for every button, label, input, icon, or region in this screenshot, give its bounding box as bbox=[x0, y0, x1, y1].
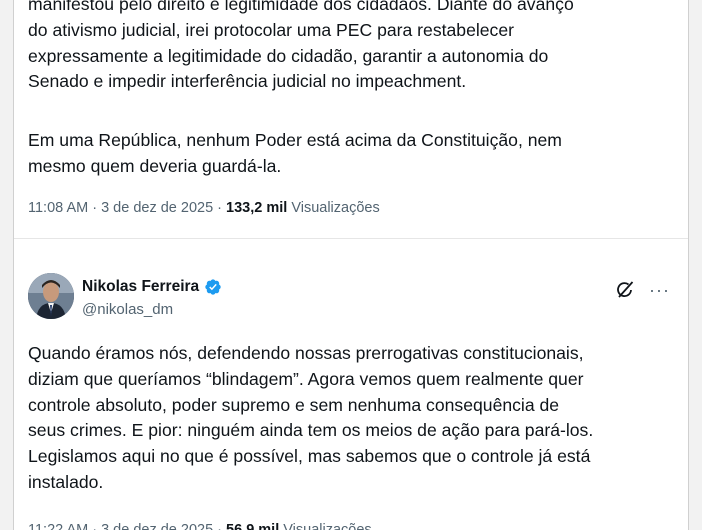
tweet-2-timestamp[interactable]: 11:22 AM · 3 de dez de 2025 · bbox=[28, 522, 226, 530]
divider bbox=[14, 238, 688, 239]
tweet-1-text-bottom: Em uma República, nenhum Poder está acim… bbox=[28, 130, 562, 176]
tweet-1-timestamp[interactable]: 11:08 AM · 3 de dez de 2025 · bbox=[28, 200, 226, 216]
verified-badge-icon bbox=[204, 278, 222, 296]
avatar-image bbox=[28, 273, 74, 319]
tweet-1-text-top: manifestou pelo direito e legitimidade d… bbox=[28, 0, 574, 92]
tweet-1-meta: 11:08 AM · 3 de dez de 2025 · 133,2 mil … bbox=[28, 200, 380, 216]
tweet-1-views-label: Visualizações bbox=[287, 200, 380, 216]
avatar[interactable] bbox=[28, 273, 74, 319]
grok-icon[interactable] bbox=[615, 280, 635, 300]
author-row: Nikolas Ferreira bbox=[82, 278, 222, 296]
tweet-actions: ··· bbox=[615, 280, 670, 300]
tweet-2-meta: 11:22 AM · 3 de dez de 2025 · 56,9 mil V… bbox=[28, 522, 372, 530]
tweet-2-views-label: Visualizações bbox=[279, 522, 372, 530]
author-handle[interactable]: @nikolas_dm bbox=[82, 301, 173, 318]
tweet-2-text: Quando éramos nós, defendendo nossas pre… bbox=[28, 343, 594, 492]
tweet-card: manifestou pelo direito e legitimidade d… bbox=[13, 0, 689, 530]
tweet-1-views-count: 133,2 mil bbox=[226, 200, 288, 216]
more-options-icon[interactable]: ··· bbox=[649, 281, 670, 299]
author-name[interactable]: Nikolas Ferreira bbox=[82, 278, 199, 296]
tweet-2-views-count: 56,9 mil bbox=[226, 522, 280, 530]
